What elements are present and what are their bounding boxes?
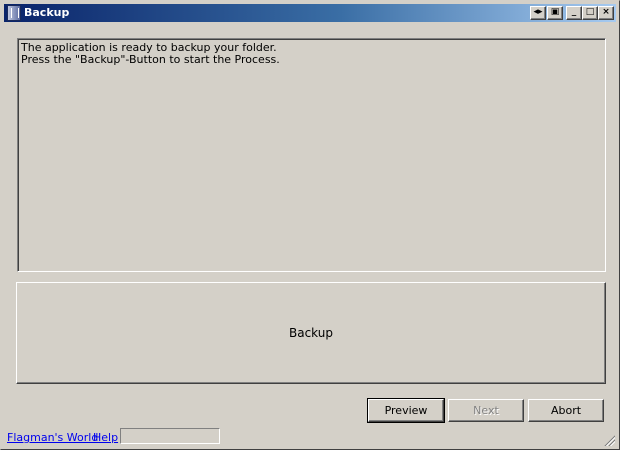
close-button[interactable]: × (598, 6, 614, 20)
pin-icon[interactable]: ◂▸ (530, 6, 546, 20)
title-bar[interactable]: Backup ◂▸ ▣ _ □ × (4, 4, 616, 22)
abort-button[interactable]: Abort (528, 399, 604, 422)
status-field (120, 428, 220, 444)
message-text: The application is ready to backup your … (18, 39, 605, 271)
status-bar: Flagman's World Help (1, 427, 619, 449)
minimize-button[interactable]: _ (566, 6, 582, 20)
restore-small-icon[interactable]: ▣ (547, 6, 563, 20)
next-button-label: Next (473, 404, 499, 417)
preview-button[interactable]: Preview (367, 398, 445, 423)
message-line-2: Press the "Backup"-Button to start the P… (21, 53, 280, 66)
flagmans-world-link[interactable]: Flagman's World (7, 431, 98, 444)
next-button[interactable]: Next (448, 399, 524, 422)
app-icon[interactable] (7, 5, 21, 21)
message-panel: The application is ready to backup your … (17, 38, 606, 272)
resize-grip-icon[interactable] (603, 434, 615, 446)
preview-button-label: Preview (384, 404, 428, 417)
window-title: Backup (24, 6, 70, 19)
backup-button[interactable]: Backup (16, 282, 606, 384)
maximize-button[interactable]: □ (582, 6, 598, 20)
backup-button-label: Backup (289, 326, 333, 340)
abort-button-label: Abort (550, 404, 582, 417)
help-link[interactable]: Help (93, 431, 118, 444)
backup-window: Backup ◂▸ ▣ _ □ × The application is rea… (0, 0, 620, 450)
